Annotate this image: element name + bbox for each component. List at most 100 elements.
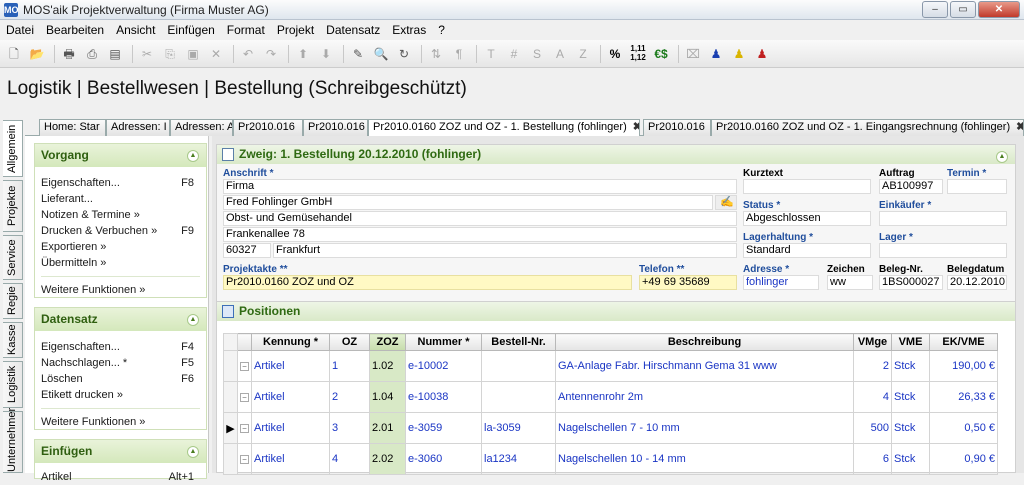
cell-zoz[interactable]: 2.01 bbox=[369, 412, 406, 444]
cell-bestellnr[interactable]: la1234 bbox=[481, 443, 556, 475]
menu-weitere-funktionen[interactable]: Weitere Funktionen » bbox=[35, 282, 206, 298]
tab-bestellung[interactable]: Pr2010.0160 ZOZ und OZ - 1. Bestellung (… bbox=[368, 119, 640, 137]
cell-vmge[interactable]: 4 bbox=[853, 381, 892, 413]
einkaeufer-field[interactable] bbox=[879, 211, 1007, 226]
copy-icon[interactable]: ⎘ bbox=[160, 44, 180, 64]
tab-project-2[interactable]: Pr2010.016 bbox=[303, 119, 368, 136]
new-icon[interactable]: 🗋 bbox=[4, 44, 24, 64]
col-ek-vme[interactable]: EK/VME bbox=[929, 333, 998, 351]
calculator-icon[interactable]: ⌧ bbox=[683, 44, 703, 64]
telefon-field[interactable]: +49 69 35689 bbox=[639, 275, 737, 290]
col-beschreibung[interactable]: Beschreibung bbox=[555, 333, 854, 351]
paste-icon[interactable]: ▣ bbox=[183, 44, 203, 64]
cell-ek-vme[interactable]: 0,50 € bbox=[929, 412, 998, 444]
format-icon[interactable]: ¶ bbox=[449, 44, 469, 64]
auftrag-field[interactable]: AB100997 bbox=[879, 179, 943, 194]
vtab-unternehmer[interactable]: Unternehmer bbox=[3, 408, 23, 473]
cell-ek-vme[interactable]: 190,00 € bbox=[929, 350, 998, 382]
ort-field[interactable]: Frankfurt bbox=[273, 243, 737, 258]
expand-icon[interactable]: − bbox=[237, 412, 252, 444]
belegdatum-field[interactable]: 20.12.2010 bbox=[947, 275, 1007, 290]
menu-ds-weitere-funktionen[interactable]: Weitere Funktionen » bbox=[35, 414, 206, 430]
collapse-icon[interactable]: ▲ bbox=[187, 314, 199, 326]
cell-kennung[interactable]: Artikel bbox=[251, 350, 330, 382]
address-lookup-icon[interactable]: ✍ bbox=[715, 195, 737, 210]
lagerhaltung-field[interactable]: Standard bbox=[743, 243, 871, 258]
edit-icon[interactable]: ✎ bbox=[348, 44, 368, 64]
cell-nummer[interactable]: e-10038 bbox=[405, 381, 482, 413]
anschrift-line-2[interactable]: Fred Fohlinger GmbH bbox=[223, 195, 713, 210]
tab-adressen-2[interactable]: Adressen: A bbox=[170, 119, 233, 136]
anschrift-line-3[interactable]: Obst- und Gemüsehandel bbox=[223, 211, 737, 226]
menu-exportieren[interactable]: Exportieren » bbox=[35, 239, 206, 255]
user-blue-icon[interactable]: ♟ bbox=[706, 44, 726, 64]
menu-ds-eigenschaften[interactable]: Eigenschaften... F4 bbox=[35, 339, 206, 355]
vtab-service[interactable]: Service bbox=[3, 235, 23, 280]
tab-eingangsrechnung[interactable]: Pr2010.0160 ZOZ und OZ - 1. Eingangsrech… bbox=[711, 119, 1024, 136]
cell-vmge[interactable]: 500 bbox=[853, 412, 892, 444]
cell-oz[interactable]: 3 bbox=[329, 412, 370, 444]
redo-icon[interactable]: ↷ bbox=[261, 44, 281, 64]
cell-vme[interactable]: Stck bbox=[891, 443, 930, 475]
cell-beschreibung[interactable]: Antennenrohr 2m bbox=[555, 381, 854, 413]
vtab-allgemein[interactable]: Allgemein bbox=[3, 120, 23, 177]
menu-eigenschaften[interactable]: Eigenschaften... F8 bbox=[35, 175, 206, 191]
row-selector-current[interactable]: ▶ bbox=[223, 412, 238, 444]
text-T-icon[interactable]: T bbox=[481, 44, 501, 64]
col-oz[interactable]: OZ bbox=[329, 333, 370, 351]
collapse-icon[interactable]: ▲ bbox=[187, 150, 199, 162]
percent-icon[interactable]: % bbox=[605, 44, 625, 64]
vtab-projekte[interactable]: Projekte bbox=[3, 180, 23, 232]
sort-icon[interactable]: ⇅ bbox=[426, 44, 446, 64]
cell-oz[interactable]: 4 bbox=[329, 443, 370, 475]
adresse-field[interactable]: fohlinger bbox=[743, 275, 819, 290]
menu-help[interactable]: ? bbox=[432, 23, 451, 37]
pane-vorgang-header[interactable]: Vorgang ▲ bbox=[35, 144, 206, 167]
user-yellow-icon[interactable]: ♟ bbox=[729, 44, 749, 64]
zeichen-field[interactable]: ww bbox=[827, 275, 873, 290]
cell-oz[interactable]: 2 bbox=[329, 381, 370, 413]
menu-etikett-drucken[interactable]: Etikett drucken » bbox=[35, 387, 206, 403]
table-row[interactable]: − Artikel 2 1.04 e-10038 Antennenrohr 2m… bbox=[223, 381, 998, 413]
cell-beschreibung[interactable]: Nagelschellen 10 - 14 mm bbox=[555, 443, 854, 475]
expand-icon[interactable]: − bbox=[237, 350, 252, 382]
plz-field[interactable]: 60327 bbox=[223, 243, 271, 258]
menu-bearbeiten[interactable]: Bearbeiten bbox=[40, 23, 110, 37]
decimal-icon[interactable]: 1,11 1,12 bbox=[628, 44, 648, 64]
hash-icon[interactable]: # bbox=[504, 44, 524, 64]
anschrift-line-1[interactable]: Firma bbox=[223, 179, 737, 194]
table-row[interactable]: ▶ − Artikel 3 2.01 e-3059 la-3059 Nagels… bbox=[223, 412, 998, 444]
cell-oz[interactable]: 1 bbox=[329, 350, 370, 382]
tab-adressen-1[interactable]: Adressen: I bbox=[106, 119, 170, 136]
cell-ek-vme[interactable]: 0,90 € bbox=[929, 443, 998, 475]
cell-vme[interactable]: Stck bbox=[891, 350, 930, 382]
table-row[interactable]: − Artikel 1 1.02 e-10002 GA-Anlage Fabr.… bbox=[223, 350, 998, 382]
print-setup-icon[interactable]: ▤ bbox=[105, 44, 125, 64]
vtab-kasse[interactable]: Kasse bbox=[3, 322, 23, 358]
menu-extras[interactable]: Extras bbox=[386, 23, 432, 37]
cell-vme[interactable]: Stck bbox=[891, 381, 930, 413]
expand-icon[interactable]: − bbox=[237, 381, 252, 413]
menu-datensatz[interactable]: Datensatz bbox=[320, 23, 386, 37]
menu-notizen-termine[interactable]: Notizen & Termine » bbox=[35, 207, 206, 223]
cell-vmge[interactable]: 2 bbox=[853, 350, 892, 382]
termin-field[interactable] bbox=[947, 179, 1007, 194]
menu-nachschlagen[interactable]: Nachschlagen... * F5 bbox=[35, 355, 206, 371]
vtab-logistik[interactable]: Logistik bbox=[3, 361, 23, 408]
menu-lieferant[interactable]: Lieferant... bbox=[35, 191, 206, 207]
menu-uebermitteln[interactable]: Übermitteln » bbox=[35, 255, 206, 271]
menu-artikel[interactable]: Artikel Alt+1 bbox=[35, 469, 206, 485]
menu-drucken-verbuchen[interactable]: Drucken & Verbuchen » F9 bbox=[35, 223, 206, 239]
cell-zoz[interactable]: 2.02 bbox=[369, 443, 406, 475]
status-field[interactable]: Abgeschlossen bbox=[743, 211, 871, 226]
tab-project-3[interactable]: Pr2010.016 bbox=[643, 119, 711, 136]
cell-ek-vme[interactable]: 26,33 € bbox=[929, 381, 998, 413]
cell-kennung[interactable]: Artikel bbox=[251, 412, 330, 444]
cell-beschreibung[interactable]: GA-Anlage Fabr. Hirschmann Gema 31 www bbox=[555, 350, 854, 382]
cell-zoz[interactable]: 1.04 bbox=[369, 381, 406, 413]
col-vmge[interactable]: VMge bbox=[853, 333, 892, 351]
cell-kennung[interactable]: Artikel bbox=[251, 443, 330, 475]
kurztext-field[interactable] bbox=[743, 179, 871, 194]
table-row[interactable]: − Artikel 4 2.02 e-3060 la1234 Nagelsche… bbox=[223, 443, 998, 475]
user-red-icon[interactable]: ♟ bbox=[752, 44, 772, 64]
